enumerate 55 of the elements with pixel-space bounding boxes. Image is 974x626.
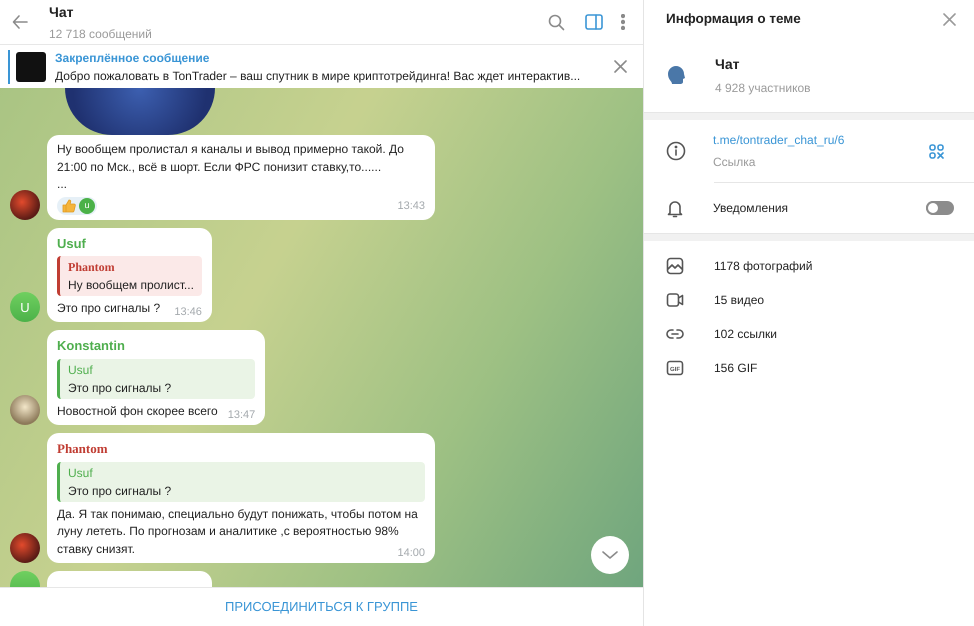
- head-silhouette-icon: [666, 64, 688, 86]
- member-count: 4 928 участников: [715, 80, 811, 96]
- search-icon[interactable]: [548, 14, 565, 30]
- chevron-down-icon: [602, 550, 618, 560]
- media-count[interactable]: 102 ссылки: [714, 325, 777, 343]
- more-icon[interactable]: [621, 14, 625, 30]
- message-text: Да. Я так понимаю, специально будут понижать, чтобы потом на луну лететь. По прогнозам и аналитике ,с вероятностью 98% ставку снизят. 14:00: [57, 506, 425, 558]
- pinned-text: Добро пожаловать в TonTrader – ваш спутник в мире криптотрейдинга! Вас ждет интерактив...: [55, 68, 582, 84]
- video-camera-icon: [666, 291, 684, 309]
- avatar-photo: [10, 190, 40, 220]
- chat-name: Чат: [715, 54, 740, 74]
- message-text: Новостной фон скорее всего 13:47: [57, 402, 256, 420]
- reply-quote[interactable]: Phantom Ну вообщем пролист...: [57, 256, 202, 296]
- media-count[interactable]: 156 GIF: [714, 359, 758, 377]
- chat-title: Чат: [49, 2, 74, 22]
- back-icon[interactable]: [12, 14, 29, 30]
- media-count[interactable]: 15 видео: [714, 291, 764, 309]
- reply-text: Ну вообщем пролист...: [68, 277, 194, 294]
- pinned-thumbnail: [16, 52, 46, 82]
- reply-quote[interactable]: Usuf Это про сигналы ?: [57, 462, 425, 502]
- image-icon: [666, 257, 684, 275]
- avatar-photo: [10, 395, 40, 426]
- qr-code-icon[interactable]: [929, 144, 944, 158]
- message-count: 12 718 сообщений: [49, 26, 153, 42]
- reply-text: Это про сигналы ?: [68, 380, 172, 397]
- message-time: 13:43: [397, 199, 425, 214]
- sender-name: Konstantin: [57, 337, 126, 356]
- sender-name: Usuf: [57, 234, 87, 253]
- message-time: 13:47: [228, 408, 256, 423]
- reply-sender: Phantom: [68, 259, 116, 276]
- message-time: 13:46: [174, 305, 202, 320]
- pinned-label: Закреплённое сообщение: [55, 50, 210, 66]
- close-icon[interactable]: [614, 60, 627, 73]
- sidebar-toggle-icon[interactable]: [585, 14, 603, 30]
- notifications-toggle[interactable]: [926, 201, 954, 215]
- thumbs-up-icon: [61, 198, 77, 214]
- message-time: 14:00: [397, 546, 425, 561]
- info-icon: [666, 141, 686, 161]
- media-count[interactable]: 1178 фотографий: [714, 257, 812, 275]
- avatar-letter: U: [10, 292, 40, 322]
- close-icon[interactable]: [943, 12, 956, 26]
- message-text: Это про сигналы ? 13:46: [57, 300, 202, 318]
- scroll-down-button[interactable]: [591, 536, 629, 574]
- link-caption: Ссылка: [713, 154, 756, 171]
- notifications-label: Уведомления: [713, 200, 790, 217]
- sender-name: Phantom: [57, 440, 109, 458]
- avatar-photo: [10, 533, 40, 563]
- panel-title: Информация о теме: [666, 10, 801, 28]
- message-text: Ну вообщем пролистал я каналы и вывод примерно такой. До 21:00 по Мск., всё в шорт. Если ФРС понизит ставку,то...... ...: [57, 141, 405, 194]
- reply-sender: Usuf: [68, 362, 94, 379]
- reply-text: Это про сигналы ?: [68, 482, 172, 500]
- reply-quote[interactable]: Usuf Это про сигналы ?: [57, 358, 256, 399]
- reactor-avatar: u: [79, 198, 95, 214]
- bell-icon: [666, 198, 684, 218]
- reply-sender: Usuf: [68, 464, 94, 482]
